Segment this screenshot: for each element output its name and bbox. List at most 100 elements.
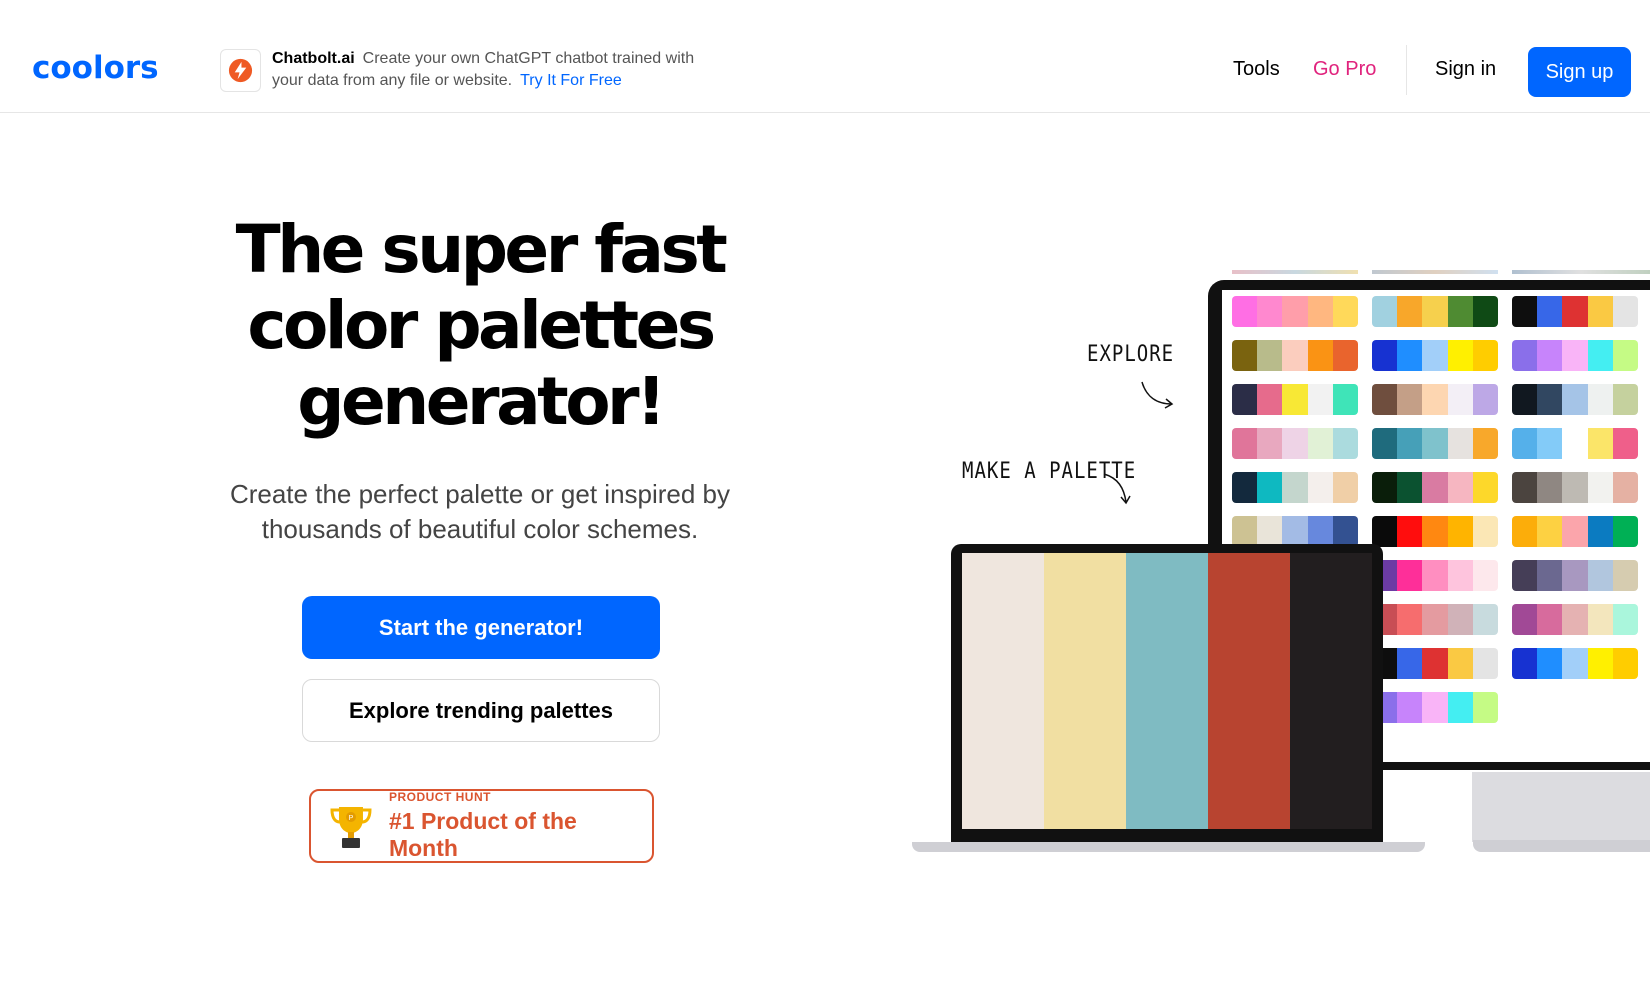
color-swatch [1472, 648, 1498, 679]
color-swatch [1397, 516, 1423, 547]
color-swatch [1282, 296, 1308, 327]
color-swatch [1282, 340, 1308, 371]
color-swatch [1372, 428, 1398, 459]
color-swatch [1472, 384, 1498, 415]
color-swatch [1512, 428, 1538, 459]
ad-copy: Chatbolt.ai Create your own ChatGPT chatb… [272, 48, 722, 92]
color-swatch [1537, 384, 1563, 415]
color-swatch [1257, 428, 1283, 459]
color-swatch [1332, 472, 1358, 503]
color-swatch [1587, 384, 1613, 415]
color-swatch [1307, 340, 1333, 371]
color-swatch [1422, 692, 1448, 723]
sign-up-button[interactable]: Sign up [1528, 47, 1631, 97]
product-hunt-badge[interactable]: P PRODUCT HUNT #1 Product of the Month [309, 789, 654, 863]
palette-thumbnail [1372, 340, 1498, 371]
palette-thumbnail [1372, 604, 1498, 635]
palette-thumbnail [1512, 560, 1638, 591]
color-swatch [1257, 472, 1283, 503]
color-column [1208, 553, 1290, 829]
palette-thumbnail [1512, 604, 1638, 635]
sponsored-ad[interactable]: Chatbolt.ai Create your own ChatGPT chatb… [220, 48, 722, 92]
color-swatch [1562, 472, 1588, 503]
color-swatch [1232, 384, 1258, 415]
color-swatch [1422, 428, 1448, 459]
color-swatch [1307, 384, 1333, 415]
color-swatch [1282, 428, 1308, 459]
explore-arrow-icon [1141, 381, 1174, 409]
palette-thumbnail [1232, 384, 1358, 415]
color-swatch [1537, 648, 1563, 679]
color-swatch [1612, 648, 1638, 679]
badge-text: PRODUCT HUNT #1 Product of the Month [389, 790, 652, 862]
nav-go-pro[interactable]: Go Pro [1313, 58, 1376, 81]
color-swatch [1447, 472, 1473, 503]
color-swatch [1512, 604, 1538, 635]
color-swatch [1472, 340, 1498, 371]
palette-thumbnail [1372, 648, 1498, 679]
color-swatch [1447, 296, 1473, 327]
color-swatch [1257, 516, 1283, 547]
explore-trending-button[interactable]: Explore trending palettes [302, 679, 660, 742]
color-swatch [1612, 604, 1638, 635]
color-swatch [1447, 340, 1473, 371]
color-swatch [1397, 560, 1423, 591]
hero-subtitle: Create the perfect palette or get inspir… [229, 479, 731, 544]
color-swatch [1232, 516, 1258, 547]
color-column [1044, 553, 1126, 829]
color-swatch [1447, 604, 1473, 635]
color-swatch [1612, 340, 1638, 371]
palette-thumbnail [1232, 428, 1358, 459]
color-swatch [1422, 472, 1448, 503]
start-generator-button[interactable]: Start the generator! [302, 596, 660, 659]
ad-cta-link[interactable]: Try It For Free [520, 72, 622, 89]
color-swatch [1612, 560, 1638, 591]
palette-thumbnail [1512, 472, 1638, 503]
color-swatch [1332, 384, 1358, 415]
color-column [1290, 553, 1372, 829]
color-swatch [1562, 516, 1588, 547]
ad-brand: Chatbolt.ai [272, 50, 355, 67]
color-swatch [1397, 692, 1423, 723]
color-swatch [1612, 516, 1638, 547]
color-swatch [1447, 692, 1473, 723]
color-swatch [1282, 384, 1308, 415]
nav-tools[interactable]: Tools [1233, 58, 1280, 81]
color-swatch [1587, 516, 1613, 547]
color-swatch [1472, 604, 1498, 635]
palette-thumbnail [1512, 428, 1638, 459]
color-swatch [1512, 296, 1538, 327]
color-swatch [1447, 516, 1473, 547]
color-swatch [1332, 428, 1358, 459]
chatbolt-logo-icon [220, 49, 261, 92]
color-swatch [1307, 296, 1333, 327]
color-swatch [1587, 472, 1613, 503]
color-swatch [1282, 516, 1308, 547]
color-swatch [1472, 428, 1498, 459]
color-swatch [1537, 560, 1563, 591]
color-swatch [1307, 428, 1333, 459]
color-swatch [1447, 560, 1473, 591]
make-palette-arrow-icon [1103, 473, 1131, 505]
color-swatch [1397, 428, 1423, 459]
palette-thumbnail [1232, 472, 1358, 503]
palette-thumbnail [1372, 296, 1498, 327]
color-swatch [1537, 296, 1563, 327]
palette-thumbnail [1232, 296, 1358, 327]
coolors-logo[interactable]: coolors [32, 50, 159, 86]
color-swatch [1447, 384, 1473, 415]
color-swatch [1537, 604, 1563, 635]
palette-thumbnail [1512, 384, 1638, 415]
svg-text:P: P [349, 815, 354, 822]
color-swatch [1372, 340, 1398, 371]
badge-label: PRODUCT HUNT [388, 790, 491, 804]
color-swatch [1537, 516, 1563, 547]
color-swatch [1512, 516, 1538, 547]
trophy-icon: P [330, 807, 372, 848]
sign-in-link[interactable]: Sign in [1435, 58, 1496, 81]
color-swatch [1512, 384, 1538, 415]
color-swatch [1587, 340, 1613, 371]
monitor-stand [1472, 772, 1650, 842]
color-swatch [1397, 296, 1423, 327]
color-swatch [1257, 296, 1283, 327]
